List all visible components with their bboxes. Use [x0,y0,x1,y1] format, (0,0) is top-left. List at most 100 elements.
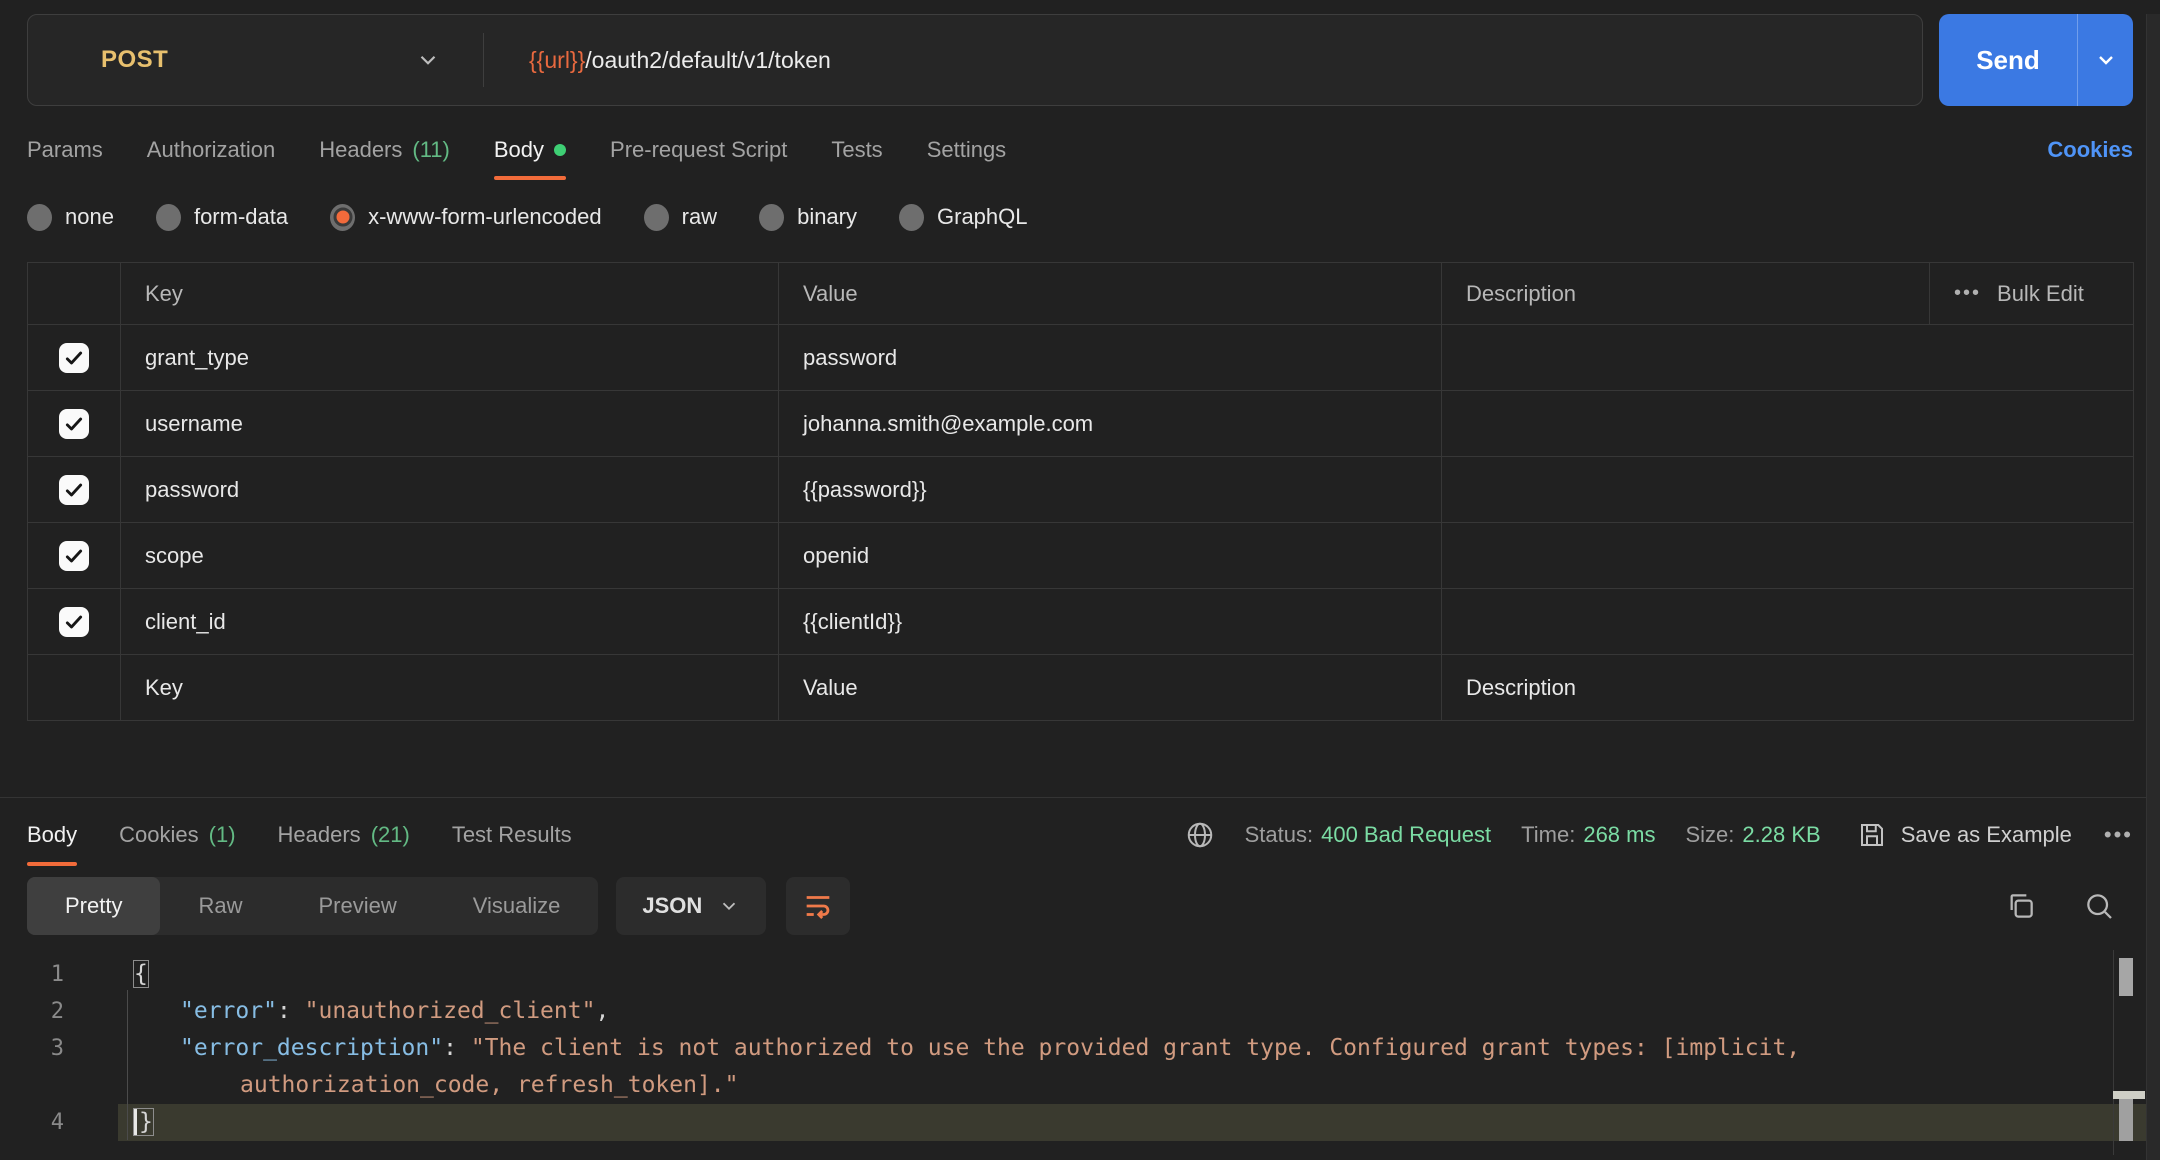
row-enabled-checkbox-empty [28,655,121,721]
tab-label: Pre-request Script [610,137,787,163]
row-enabled-checkbox[interactable] [59,409,89,439]
bulk-edit-button[interactable]: Bulk Edit [1997,281,2084,307]
param-row: usernamejohanna.smith@example.com [28,391,2134,457]
tab-tests[interactable]: Tests [831,118,882,182]
key-column-header: Key [121,263,779,325]
body-mode-raw[interactable]: raw [644,204,717,231]
param-key-cell[interactable]: grant_type [121,325,779,391]
search-icon[interactable] [2083,890,2115,922]
param-description-input[interactable]: Description [1442,655,2134,721]
param-row: password{{password}} [28,457,2134,523]
param-value-cell[interactable]: openid [779,523,1442,589]
cookies-link[interactable]: Cookies [2047,137,2133,163]
time-value: 268 ms [1583,822,1655,848]
response-tab-cookies[interactable]: Cookies(1) [119,800,235,870]
tab-authorization[interactable]: Authorization [147,118,275,182]
scrollbar-track [2113,950,2114,1155]
radio-label: none [65,204,114,230]
radio-icon [330,204,355,231]
param-key-cell[interactable]: username [121,391,779,457]
view-tab-raw[interactable]: Raw [160,877,280,935]
pane-splitter[interactable] [0,797,2160,798]
response-meta: Status: 400 Bad Request Time: 268 ms Siz… [1185,820,2133,850]
tab-pre-request-script[interactable]: Pre-request Script [610,118,787,182]
row-enabled-checkbox[interactable] [59,541,89,571]
viewer-icons [2005,890,2133,922]
param-row: scopeopenid [28,523,2134,589]
param-key-cell[interactable]: password [121,457,779,523]
table-header-row: Key Value Description ••• Bulk Edit [28,263,2134,325]
param-value-input[interactable]: Value [779,655,1442,721]
param-row: grant_typepassword [28,325,2134,391]
body-mode-none[interactable]: none [27,204,114,231]
tab-count: (21) [371,822,410,848]
param-description-cell[interactable] [1442,391,2134,457]
send-options-button[interactable] [2077,14,2133,106]
response-tab-test-results[interactable]: Test Results [452,800,572,870]
url-input[interactable]: {{url}}/oauth2/default/v1/token [484,15,1922,105]
tab-headers[interactable]: Headers (11) [319,118,450,182]
tab-label: Test Results [452,822,572,848]
param-row-empty: KeyValueDescription [28,655,2134,721]
url-variable: {{url}} [529,47,585,74]
chevron-down-icon [718,895,740,917]
param-value-cell[interactable]: password [779,325,1442,391]
param-key-input[interactable]: Key [121,655,779,721]
line-number: 4 [0,1104,64,1141]
row-enabled-checkbox[interactable] [59,475,89,505]
response-tab-headers[interactable]: Headers(21) [278,800,410,870]
body-mode-graphql[interactable]: GraphQL [899,204,1028,231]
tab-settings[interactable]: Settings [927,118,1007,182]
more-options-icon[interactable]: ••• [1954,282,1981,305]
body-mode-binary[interactable]: binary [759,204,857,231]
response-body-editor[interactable]: 1{2"error": "unauthorized_client",3"erro… [0,950,2160,1155]
tab-label: Headers [319,137,402,163]
copy-icon[interactable] [2005,890,2037,922]
view-tab-preview[interactable]: Preview [280,877,434,935]
view-tab-visualize[interactable]: Visualize [435,877,599,935]
code-token: "The client is not authorized to use the… [240,1035,1814,1098]
param-value-cell[interactable]: {{password}} [779,457,1442,523]
value-column-header: Value [779,263,1442,325]
param-value-cell[interactable]: {{clientId}} [779,589,1442,655]
tab-label: Body [494,137,544,163]
param-key-cell[interactable]: scope [121,523,779,589]
radio-icon [644,204,669,231]
body-mode-form-data[interactable]: form-data [156,204,288,231]
body-mode-options: none form-data x-www-form-urlencoded raw bin… [27,190,2133,244]
status-badge: Status: 400 Bad Request [1245,822,1492,848]
tab-label: Params [27,137,103,163]
window-scrollbar-gutter[interactable] [2146,14,2160,1160]
time-badge: Time: 268 ms [1521,822,1655,848]
scrollbar-thumb[interactable] [2119,958,2133,996]
scrollbar-thumb-bottom[interactable] [2119,1099,2133,1141]
param-description-cell[interactable] [1442,457,2134,523]
language-select[interactable]: JSON [616,877,766,935]
response-more-options-icon[interactable]: ••• [2104,822,2133,848]
row-enabled-checkbox[interactable] [59,607,89,637]
param-description-cell[interactable] [1442,325,2134,391]
param-value-cell[interactable]: johanna.smith@example.com [779,391,1442,457]
urlencoded-params-table: Key Value Description ••• Bulk Edit gran… [27,262,2134,721]
url-row: POST {{url}}/oauth2/default/v1/token Sen… [27,14,2133,106]
param-key-cell[interactable]: client_id [121,589,779,655]
tab-params[interactable]: Params [27,118,103,182]
response-tab-body[interactable]: Body [27,800,77,870]
response-tabs: Body Cookies(1) Headers(21) Test Results [27,800,614,870]
row-enabled-checkbox[interactable] [59,343,89,373]
url-path: /oauth2/default/v1/token [585,47,831,74]
description-column-header: Description [1442,263,1930,325]
body-mode-x-www-form-urlencoded[interactable]: x-www-form-urlencoded [330,204,602,231]
tab-count: (11) [412,137,450,163]
save-as-example-button[interactable]: Save as Example [1857,820,2072,850]
param-description-cell[interactable] [1442,523,2134,589]
tab-body[interactable]: Body [494,118,566,182]
tab-label: Cookies [119,822,198,848]
param-description-cell[interactable] [1442,589,2134,655]
view-mode-segmented-control: PrettyRawPreviewVisualize [27,877,598,935]
method-selector[interactable]: POST [28,15,483,105]
send-button[interactable]: Send [1939,14,2077,106]
view-tab-pretty[interactable]: Pretty [27,877,160,935]
wrap-text-button[interactable] [786,877,850,935]
radio-label: raw [682,204,717,230]
